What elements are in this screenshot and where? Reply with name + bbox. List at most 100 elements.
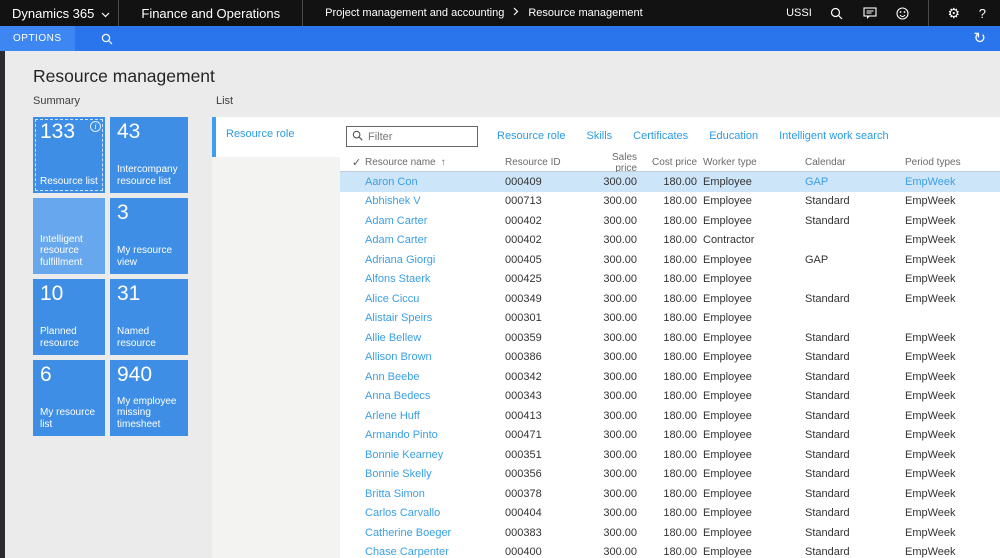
options-tab[interactable]: OPTIONS <box>0 26 75 51</box>
summary-tile-my-resource-list[interactable]: 6 My resource list <box>33 360 105 436</box>
resource-name-link[interactable]: Arlene Huff <box>365 410 505 422</box>
table-row[interactable]: Bonnie Skelly 000356 300.00 180.00 Employee S… <box>340 465 1000 485</box>
dynamics365-menu[interactable]: Dynamics 365 <box>0 6 118 21</box>
feedback-icon[interactable] <box>862 5 878 21</box>
settings-gear-icon[interactable]: ⚙ <box>946 5 962 21</box>
table-row[interactable]: Allison Brown 000386 300.00 180.00 Employee S… <box>340 348 1000 368</box>
column-header-sales-price[interactable]: Sales price <box>590 152 637 174</box>
smiley-icon[interactable] <box>895 5 911 21</box>
table-row[interactable]: Chase Carpenter 000400 300.00 180.00 Employe… <box>340 543 1000 558</box>
cost-price-cell: 180.00 <box>663 312 697 325</box>
summary-tile-my-employee-missing-timesheet[interactable]: 940 My employee missing timesheet <box>110 360 188 436</box>
table-row[interactable]: Arlene Huff 000413 300.00 180.00 Employee Sta… <box>340 406 1000 426</box>
table-row[interactable]: Bonnie Kearney 000351 300.00 180.00 Employee… <box>340 445 1000 465</box>
sales-price-cell: 300.00 <box>603 526 637 539</box>
table-row[interactable]: Ann Beebe 000342 300.00 180.00 Employee Stand… <box>340 367 1000 387</box>
resource-name-link[interactable]: Britta Simon <box>365 488 505 500</box>
table-row[interactable]: Alistair Speirs 000301 300.00 180.00 Employe… <box>340 309 1000 329</box>
table-row[interactable]: Aaron Con 000409 300.00 180.00 Employee GAP Em… <box>340 172 1000 192</box>
app-name[interactable]: Finance and Operations <box>119 6 302 21</box>
table-row[interactable]: Alfons Staerk 000425 300.00 180.00 Employee E… <box>340 270 1000 290</box>
period-types-cell: EmpWeek <box>905 292 956 305</box>
summary-tile-intelligent-resource-fulfillment[interactable]: Intelligent resource fulfillment <box>33 198 105 274</box>
resource-name-link[interactable]: Bonnie Kearney <box>365 449 505 461</box>
column-header-resource-name[interactable]: Resource name ↑ <box>365 157 505 168</box>
resource-name-link[interactable]: Catherine Boeger <box>365 527 505 539</box>
tile-count: 43 <box>117 120 141 143</box>
resource-name-link[interactable]: Alistair Speirs <box>365 312 505 324</box>
actionbar-search-icon[interactable] <box>101 33 113 45</box>
worker-type-cell: Employee <box>703 351 752 364</box>
table-row[interactable]: Armando Pinto 000471 300.00 180.00 Employee S… <box>340 426 1000 446</box>
column-header-cost-price[interactable]: Cost price <box>637 157 697 168</box>
summary-tile-intercompany-resource-list[interactable]: 43 Intercompany resource list <box>110 117 188 193</box>
period-types-cell: EmpWeek <box>905 546 956 558</box>
resource-name-link[interactable]: Anna Bedecs <box>365 390 505 402</box>
resource-name-link[interactable]: Ann Beebe <box>365 371 505 383</box>
divider <box>927 0 929 26</box>
breadcrumb-parent[interactable]: Project management and accounting <box>325 7 504 19</box>
resource-name-link[interactable]: Aaron Con <box>365 176 505 188</box>
tile-label: My resource list <box>40 407 96 431</box>
column-header-worker-type[interactable]: Worker type <box>703 157 803 168</box>
resource-name-link[interactable]: Allie Bellew <box>365 332 505 344</box>
summary-tile-named-resource[interactable]: 31 Named resource <box>110 279 188 355</box>
table-row[interactable]: Catherine Boeger 000383 300.00 180.00 Employ… <box>340 523 1000 543</box>
company-selector[interactable]: USSI <box>786 7 812 19</box>
table-row[interactable]: Anna Bedecs 000343 300.00 180.00 Employee Sta… <box>340 387 1000 407</box>
table-row[interactable]: Adam Carter 000402 300.00 180.00 Employee Sta… <box>340 211 1000 231</box>
refresh-icon[interactable]: ↻ <box>973 31 986 46</box>
cost-price-cell: 180.00 <box>663 214 697 227</box>
calendar-cell: Standard <box>805 507 850 520</box>
column-header-calendar[interactable]: Calendar <box>805 157 903 168</box>
summary-tile-my-resource-view[interactable]: 3 My resource view <box>110 198 188 274</box>
list-tab-certificates[interactable]: Certificates <box>633 130 688 142</box>
vertical-tab-resource-role[interactable]: Resource role <box>212 117 340 157</box>
product-name: Dynamics 365 <box>12 5 95 21</box>
calendar-cell: Standard <box>805 214 850 227</box>
worker-type-cell: Employee <box>703 312 752 325</box>
resource-name-link[interactable]: Adam Carter <box>365 234 505 246</box>
resource-name-link[interactable]: Chase Carpenter <box>365 546 505 558</box>
column-header-period-types[interactable]: Period types <box>905 157 1000 168</box>
summary-section-label: Summary <box>33 95 81 107</box>
cost-price-cell: 180.00 <box>663 526 697 539</box>
resource-name-link[interactable]: Alfons Staerk <box>365 273 505 285</box>
resource-name-link[interactable]: Bonnie Skelly <box>365 468 505 480</box>
column-header-resource-id[interactable]: Resource ID <box>505 157 590 168</box>
resource-name-link[interactable]: Allison Brown <box>365 351 505 363</box>
table-row[interactable]: Carlos Carvallo 000404 300.00 180.00 Employe… <box>340 504 1000 524</box>
cost-price-cell: 180.00 <box>663 448 697 461</box>
period-types-cell: EmpWeek <box>905 214 956 227</box>
select-all-check-icon[interactable]: ✓ <box>340 156 365 169</box>
info-icon[interactable]: i <box>90 121 101 132</box>
resource-name-link[interactable]: Adriana Giorgi <box>365 254 505 266</box>
grid-header-row[interactable]: ✓ Resource name ↑ Resource ID Sales price… <box>340 152 1000 174</box>
resource-name-link[interactable]: Abhishek V <box>365 195 505 207</box>
list-tab-skills[interactable]: Skills <box>586 130 612 142</box>
table-row[interactable]: Adriana Giorgi 000405 300.00 180.00 Employee… <box>340 250 1000 270</box>
breadcrumb-current[interactable]: Resource management <box>528 7 642 19</box>
resource-name-link[interactable]: Carlos Carvallo <box>365 507 505 519</box>
list-tab-intelligent-work-search[interactable]: Intelligent work search <box>779 130 888 142</box>
summary-tile-resource-list[interactable]: 133 Resource list i <box>33 117 105 193</box>
table-row[interactable]: Allie Bellew 000359 300.00 180.00 Employee St… <box>340 328 1000 348</box>
table-row[interactable]: Abhishek V 000713 300.00 180.00 Employee Stan… <box>340 192 1000 212</box>
list-tab-resource-role[interactable]: Resource role <box>497 130 565 142</box>
help-icon[interactable]: ? <box>979 6 986 21</box>
table-row[interactable]: Alice Ciccu 000349 300.00 180.00 Employee Sta… <box>340 289 1000 309</box>
resource-id-cell: 000301 <box>505 312 542 325</box>
resource-name-link[interactable]: Alice Ciccu <box>365 293 505 305</box>
resource-id-cell: 000425 <box>505 273 542 286</box>
resource-id-cell: 000342 <box>505 370 542 383</box>
summary-tile-planned-resource[interactable]: 10 Planned resource <box>33 279 105 355</box>
table-row[interactable]: Adam Carter 000402 300.00 180.00 Contractor E… <box>340 231 1000 251</box>
table-row[interactable]: Britta Simon 000378 300.00 180.00 Employee St… <box>340 484 1000 504</box>
filter-input[interactable] <box>368 130 472 143</box>
list-tab-education[interactable]: Education <box>709 130 758 142</box>
period-types-cell: EmpWeek <box>905 429 956 442</box>
resource-name-link[interactable]: Adam Carter <box>365 215 505 227</box>
resource-name-link[interactable]: Armando Pinto <box>365 429 505 441</box>
search-icon[interactable] <box>829 5 845 21</box>
worker-type-cell: Employee <box>703 175 752 188</box>
